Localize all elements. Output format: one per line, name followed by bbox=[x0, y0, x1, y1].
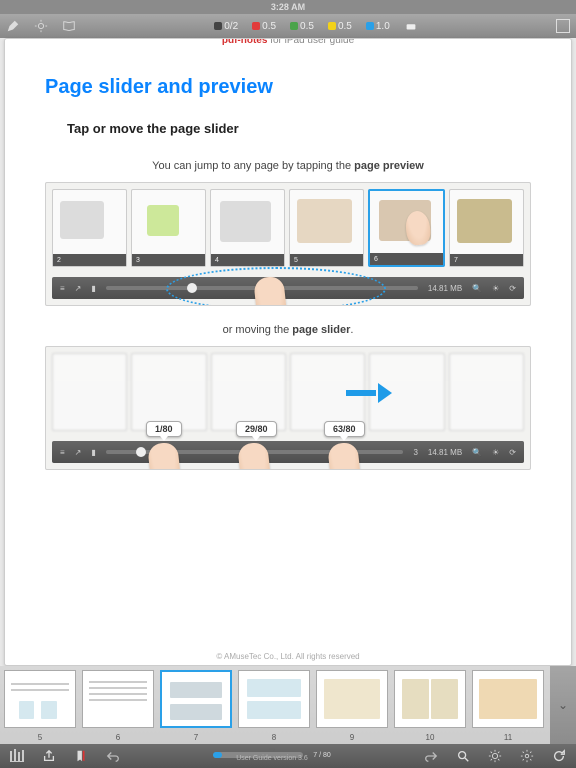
thumb-num: 7 bbox=[450, 254, 523, 266]
page-thumbnail-strip[interactable]: ⌄ 5 6 7 8 9 10 11 bbox=[0, 666, 576, 744]
brightness-icon[interactable] bbox=[34, 19, 48, 33]
page-thumb[interactable] bbox=[472, 670, 544, 728]
crop-icon[interactable] bbox=[556, 19, 570, 33]
illus-bottom-bar: ≡ ↗ ▮ 14.81 MB 🔍 ☀ ⟳ bbox=[52, 277, 524, 299]
arrow-right-icon bbox=[346, 383, 392, 403]
book-open-icon[interactable] bbox=[62, 19, 76, 33]
thumb-num: 3 bbox=[132, 254, 205, 266]
thumb-num: 5 bbox=[290, 254, 363, 266]
top-toolbar: 0/2 0.5 0.5 0.5 1.0 bbox=[0, 14, 576, 38]
status-time: 3:28 AM bbox=[271, 2, 305, 12]
redo-icon[interactable] bbox=[424, 749, 438, 763]
doc-header: pdf-notes for iPad user guide bbox=[45, 38, 531, 46]
page-thumb[interactable] bbox=[4, 670, 76, 728]
illus-bottom-bar: ≡↗▮ 3 14.81 MB 🔍☀⟳ bbox=[52, 441, 524, 463]
page-viewport[interactable]: pdf-notes for iPad user guide Page slide… bbox=[4, 38, 572, 666]
doc-header-brand: pdf-notes bbox=[222, 38, 268, 46]
chevron-down-icon: ⌄ bbox=[558, 698, 568, 712]
bookshelf-icon: ≡ bbox=[60, 284, 65, 293]
section-title: Page slider and preview bbox=[45, 76, 531, 99]
page-thumb[interactable] bbox=[394, 670, 466, 728]
bookmark-icon[interactable] bbox=[74, 749, 88, 763]
page-center: 3 bbox=[413, 448, 417, 457]
version-label: User Guide version 3.6 bbox=[236, 755, 308, 762]
thumb-num: 2 bbox=[53, 254, 126, 266]
page-bubble: 29/80 bbox=[236, 421, 277, 437]
illustration-page-preview: 2 3 4 5 6 7 ≡ ↗ ▮ 14.81 MB 🔍 ☀ ⟳ bbox=[45, 182, 531, 306]
refresh-icon[interactable] bbox=[552, 749, 566, 763]
pencil-icon[interactable] bbox=[6, 19, 20, 33]
illustration-page-slider: 1/80 29/80 63/80 ≡↗▮ 3 14.81 MB 🔍☀⟳ bbox=[45, 346, 531, 470]
page-num: 11 bbox=[472, 733, 544, 742]
step-title: Tap or move the page slider bbox=[67, 121, 531, 136]
size-label: 14.81 MB bbox=[428, 448, 462, 457]
pen-label: 0.5 bbox=[262, 21, 276, 32]
pen-tool-3[interactable]: 0.5 bbox=[328, 21, 352, 32]
pen-tool-4[interactable]: 1.0 bbox=[366, 21, 390, 32]
doc-header-rest: for iPad user guide bbox=[267, 38, 354, 46]
bottom-toolbar: 7 / 80 7 User Guide version 3.6 bbox=[0, 744, 576, 768]
page-indicator-area[interactable]: 7 / 80 7 User Guide version 3.6 bbox=[138, 752, 406, 761]
brightness-icon: ☀ bbox=[492, 284, 499, 293]
undo-icon[interactable] bbox=[106, 749, 120, 763]
thumb-num: 6 bbox=[370, 253, 443, 265]
share-icon: ↗ bbox=[75, 284, 82, 293]
bookmark-icon: ▮ bbox=[91, 284, 95, 293]
size-label: 14.81 MB bbox=[428, 284, 462, 293]
share-icon[interactable] bbox=[42, 749, 56, 763]
brightness-icon[interactable] bbox=[488, 749, 502, 763]
pen-label: 1.0 bbox=[376, 21, 390, 32]
page-num: 5 bbox=[4, 733, 76, 742]
page-num: 8 bbox=[238, 733, 310, 742]
pen-tool-2[interactable]: 0.5 bbox=[290, 21, 314, 32]
pen-tool-0[interactable]: 0/2 bbox=[214, 21, 238, 32]
instruction-2: or moving the page slider. bbox=[45, 324, 531, 336]
pen-label: 0.5 bbox=[338, 21, 352, 32]
page-indicator: 7 / 80 bbox=[313, 752, 331, 759]
bookshelf-icon[interactable] bbox=[10, 750, 24, 762]
page-num: 6 bbox=[82, 733, 154, 742]
pen-tool-1[interactable]: 0.5 bbox=[252, 21, 276, 32]
ios-status-bar: 3:28 AM bbox=[0, 0, 576, 14]
search-icon: 🔍 bbox=[472, 284, 482, 293]
page-num: 9 bbox=[316, 733, 388, 742]
search-icon[interactable] bbox=[456, 749, 470, 763]
refresh-icon: ⟳ bbox=[509, 284, 516, 293]
page-bubble: 1/80 bbox=[146, 421, 182, 437]
page-thumb-current[interactable] bbox=[160, 670, 232, 728]
eraser-icon[interactable] bbox=[404, 19, 418, 33]
copyright: © AMuseTec Co., Ltd. All rights reserved bbox=[5, 652, 571, 661]
instruction-1: You can jump to any page by tapping the … bbox=[45, 160, 531, 172]
pen-label: 0/2 bbox=[224, 21, 238, 32]
pen-label: 0.5 bbox=[300, 21, 314, 32]
page-thumb[interactable] bbox=[238, 670, 310, 728]
page-num: 10 bbox=[394, 733, 466, 742]
gear-icon[interactable] bbox=[520, 749, 534, 763]
thumb-num: 4 bbox=[211, 254, 284, 266]
page-bubble: 63/80 bbox=[324, 421, 365, 437]
page-num: 7 bbox=[160, 733, 232, 742]
page-thumb[interactable] bbox=[82, 670, 154, 728]
page-thumb[interactable] bbox=[316, 670, 388, 728]
